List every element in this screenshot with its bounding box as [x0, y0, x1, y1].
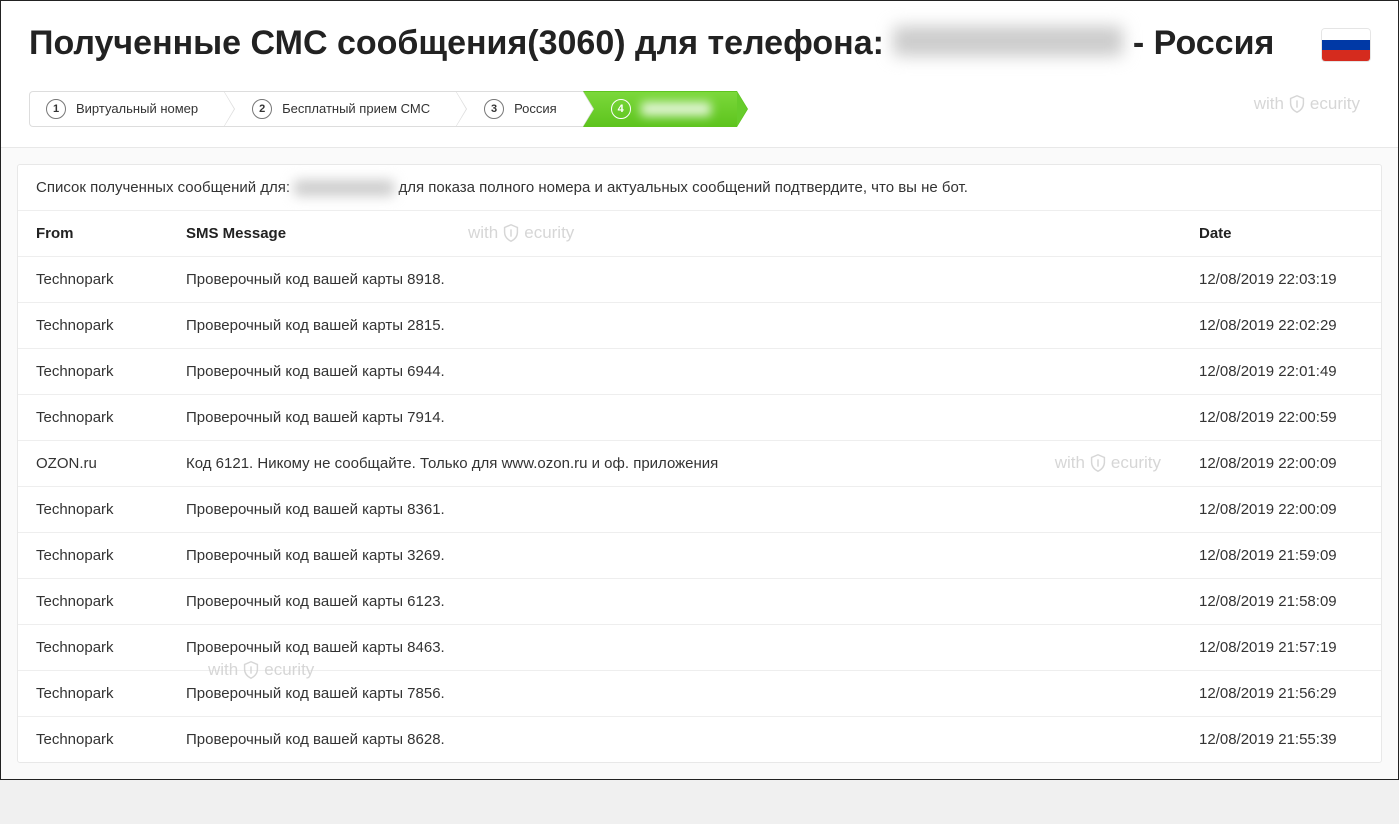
cell-from: Technopark [18, 486, 168, 532]
cell-from: Technopark [18, 670, 168, 716]
cell-message: Проверочный код вашей карты 7856. [168, 670, 1181, 716]
table-row: TechnoparkПроверочный код вашей карты 32… [18, 532, 1381, 578]
cell-from: Technopark [18, 348, 168, 394]
cell-message: Проверочный код вашей карты 8918. [168, 256, 1181, 302]
cell-date: 12/08/2019 21:58:09 [1181, 578, 1381, 624]
watermark: withecurity [1055, 452, 1161, 474]
breadcrumb-number: 4 [611, 99, 631, 119]
shield-icon [1087, 452, 1109, 474]
breadcrumb-number: 3 [484, 99, 504, 119]
table-header-row: From SMS Message with ecurity Date [18, 210, 1381, 256]
table-row: TechnoparkПроверочный код вашей карты 79… [18, 394, 1381, 440]
page-title: Полученные СМС сообщения(3060) для телеф… [29, 21, 1310, 67]
cell-date: 12/08/2019 21:59:09 [1181, 532, 1381, 578]
breadcrumb-step-1[interactable]: 1 Виртуальный номер [29, 91, 224, 127]
table-row: TechnoparkПроверочный код вашей карты 69… [18, 348, 1381, 394]
cell-message: Код 6121. Никому не сообщайте. Только дл… [168, 440, 1181, 486]
header: Полученные СМС сообщения(3060) для телеф… [1, 1, 1398, 77]
breadcrumb-label: Виртуальный номер [76, 101, 198, 116]
breadcrumb-number: 2 [252, 99, 272, 119]
cell-date: 12/08/2019 22:00:09 [1181, 440, 1381, 486]
col-date: Date [1181, 210, 1381, 256]
table-row: TechnoparkПроверочный код вашей карты 89… [18, 256, 1381, 302]
cell-from: Technopark [18, 578, 168, 624]
redacted-number [294, 180, 394, 196]
cell-from: Technopark [18, 624, 168, 670]
cell-message: Проверочный код вашей карты 7914. [168, 394, 1181, 440]
redacted-breadcrumb [641, 102, 711, 116]
cell-date: 12/08/2019 21:56:29 [1181, 670, 1381, 716]
cell-from: Technopark [18, 256, 168, 302]
cell-message: Проверочный код вашей карты 6944. [168, 348, 1181, 394]
cell-date: 12/08/2019 22:03:19 [1181, 256, 1381, 302]
title-dash: - [1133, 24, 1154, 62]
cell-date: 12/08/2019 22:01:49 [1181, 348, 1381, 394]
title-suffix: Россия [1154, 24, 1275, 62]
cell-date: 12/08/2019 21:55:39 [1181, 716, 1381, 762]
cell-date: 12/08/2019 21:57:19 [1181, 624, 1381, 670]
table-row: TechnoparkПроверочный код вашей карты 28… [18, 302, 1381, 348]
content: Список полученных сообщений для: для пок… [1, 147, 1398, 779]
breadcrumb-label: Россия [514, 101, 557, 116]
breadcrumb-step-3[interactable]: 3 Россия [456, 91, 583, 127]
breadcrumb: 1 Виртуальный номер 2 Бесплатный прием СМС 3… [29, 91, 1370, 127]
table-row: TechnoparkПроверочный код вашей карты 78… [18, 670, 1381, 716]
page: Полученные СМС сообщения(3060) для телеф… [0, 0, 1399, 780]
breadcrumb-step-2[interactable]: 2 Бесплатный прием СМС [224, 91, 456, 127]
table-row: TechnoparkПроверочный код вашей карты 61… [18, 578, 1381, 624]
cell-message: Проверочный код вашей карты 8463.withecu… [168, 624, 1181, 670]
col-from: From [18, 210, 168, 256]
cell-from: Technopark [18, 394, 168, 440]
cell-from: Technopark [18, 302, 168, 348]
breadcrumb-step-4[interactable]: 4 [583, 91, 737, 127]
cell-message: Проверочный код вашей карты 6123. [168, 578, 1181, 624]
cell-from: Technopark [18, 532, 168, 578]
col-message: SMS Message with ecurity [168, 210, 1181, 256]
cell-from: OZON.ru [18, 440, 168, 486]
sms-table: From SMS Message with ecurity Date Techn… [18, 210, 1381, 762]
breadcrumb-number: 1 [46, 99, 66, 119]
cell-message: Проверочный код вашей карты 8628. [168, 716, 1181, 762]
cell-from: Technopark [18, 716, 168, 762]
table-row: TechnoparkПроверочный код вашей карты 84… [18, 624, 1381, 670]
cell-message: Проверочный код вашей карты 2815. [168, 302, 1181, 348]
cell-message: Проверочный код вашей карты 8361. [168, 486, 1181, 532]
redacted-phone [893, 26, 1123, 56]
shield-icon [500, 222, 522, 244]
table-row: OZON.ruКод 6121. Никому не сообщайте. То… [18, 440, 1381, 486]
flag-russia-icon [1322, 29, 1370, 61]
cell-date: 12/08/2019 22:00:09 [1181, 486, 1381, 532]
sms-panel: Список полученных сообщений для: для пок… [17, 164, 1382, 763]
cell-date: 12/08/2019 22:00:59 [1181, 394, 1381, 440]
panel-description: Список полученных сообщений для: для пок… [18, 165, 1381, 210]
table-row: TechnoparkПроверочный код вашей карты 83… [18, 486, 1381, 532]
table-row: TechnoparkПроверочный код вашей карты 86… [18, 716, 1381, 762]
title-prefix: Полученные СМС сообщения(3060) для телеф… [29, 24, 893, 62]
breadcrumb-label: Бесплатный прием СМС [282, 101, 430, 116]
cell-date: 12/08/2019 22:02:29 [1181, 302, 1381, 348]
cell-message: Проверочный код вашей карты 3269. [168, 532, 1181, 578]
